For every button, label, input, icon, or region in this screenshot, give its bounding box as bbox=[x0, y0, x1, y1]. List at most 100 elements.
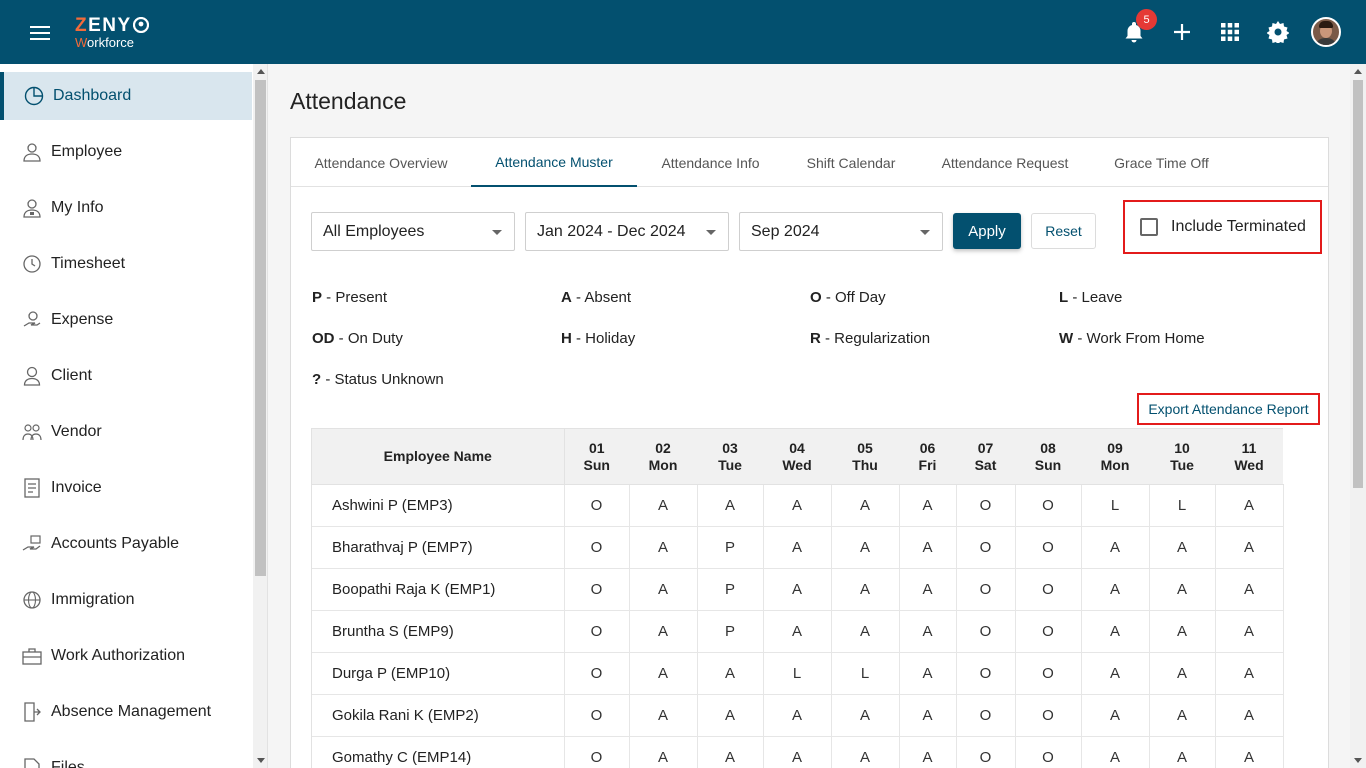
sidebar-item-work-authorization[interactable]: Work Authorization bbox=[0, 632, 252, 680]
include-terminated-checkbox[interactable]: Include Terminated bbox=[1123, 200, 1322, 254]
attendance-status-cell[interactable]: A bbox=[1215, 694, 1284, 737]
attendance-status-cell[interactable]: L bbox=[1149, 484, 1216, 527]
attendance-status-cell[interactable]: O bbox=[1015, 610, 1082, 653]
attendance-status-cell[interactable]: A bbox=[697, 652, 764, 695]
attendance-status-cell[interactable]: A bbox=[629, 652, 698, 695]
settings-gear-icon[interactable] bbox=[1264, 18, 1292, 46]
attendance-status-cell[interactable]: A bbox=[697, 694, 764, 737]
attendance-status-cell[interactable]: A bbox=[763, 694, 832, 737]
attendance-status-cell[interactable]: O bbox=[956, 526, 1016, 569]
sidebar-item-invoice[interactable]: Invoice bbox=[0, 464, 252, 512]
sidebar-item-timesheet[interactable]: Timesheet bbox=[0, 240, 252, 288]
attendance-status-cell[interactable]: A bbox=[831, 736, 900, 768]
attendance-status-cell[interactable]: O bbox=[956, 568, 1016, 611]
apps-grid-icon[interactable] bbox=[1216, 18, 1244, 46]
tab-shift-calendar[interactable]: Shift Calendar bbox=[784, 138, 918, 187]
attendance-status-cell[interactable]: O bbox=[956, 694, 1016, 737]
attendance-status-cell[interactable]: A bbox=[629, 526, 698, 569]
attendance-status-cell[interactable]: A bbox=[899, 610, 957, 653]
attendance-status-cell[interactable]: A bbox=[1215, 484, 1284, 527]
attendance-status-cell[interactable]: O bbox=[564, 526, 630, 569]
app-logo[interactable]: ZENY Workforce bbox=[75, 16, 149, 49]
attendance-status-cell[interactable]: A bbox=[1149, 736, 1216, 768]
sidebar-item-dashboard[interactable]: Dashboard bbox=[0, 72, 252, 120]
attendance-status-cell[interactable]: A bbox=[1081, 610, 1150, 653]
attendance-status-cell[interactable]: A bbox=[697, 484, 764, 527]
attendance-status-cell[interactable]: A bbox=[899, 652, 957, 695]
sidebar-item-vendor[interactable]: Vendor bbox=[0, 408, 252, 456]
add-icon[interactable] bbox=[1168, 18, 1196, 46]
attendance-status-cell[interactable]: O bbox=[564, 694, 630, 737]
attendance-status-cell[interactable]: A bbox=[763, 526, 832, 569]
checkbox-icon[interactable] bbox=[1140, 218, 1158, 236]
attendance-status-cell[interactable]: O bbox=[1015, 526, 1082, 569]
attendance-status-cell[interactable]: A bbox=[629, 736, 698, 768]
attendance-status-cell[interactable]: A bbox=[697, 736, 764, 768]
attendance-status-cell[interactable]: O bbox=[564, 568, 630, 611]
attendance-status-cell[interactable]: A bbox=[899, 694, 957, 737]
attendance-status-cell[interactable]: A bbox=[1149, 652, 1216, 695]
sidebar-scrollbar[interactable] bbox=[253, 64, 267, 768]
attendance-status-cell[interactable]: A bbox=[629, 484, 698, 527]
attendance-status-cell[interactable]: A bbox=[1149, 610, 1216, 653]
period-select[interactable]: Jan 2024 - Dec 2024 bbox=[525, 212, 729, 251]
attendance-status-cell[interactable]: P bbox=[697, 610, 764, 653]
attendance-status-cell[interactable]: A bbox=[1081, 694, 1150, 737]
attendance-status-cell[interactable]: O bbox=[956, 652, 1016, 695]
attendance-status-cell[interactable]: O bbox=[1015, 694, 1082, 737]
tab-attendance-muster[interactable]: Attendance Muster bbox=[471, 138, 637, 187]
sidebar-item-my-info[interactable]: My Info bbox=[0, 184, 252, 232]
attendance-status-cell[interactable]: A bbox=[1215, 568, 1284, 611]
tab-attendance-request[interactable]: Attendance Request bbox=[918, 138, 1092, 187]
attendance-status-cell[interactable]: A bbox=[629, 568, 698, 611]
attendance-status-cell[interactable]: A bbox=[1081, 652, 1150, 695]
attendance-status-cell[interactable]: A bbox=[1149, 526, 1216, 569]
tab-attendance-info[interactable]: Attendance Info bbox=[637, 138, 784, 187]
attendance-status-cell[interactable]: A bbox=[831, 568, 900, 611]
page-scrollbar[interactable] bbox=[1350, 64, 1366, 768]
attendance-status-cell[interactable]: A bbox=[1215, 736, 1284, 768]
attendance-status-cell[interactable]: A bbox=[1081, 526, 1150, 569]
attendance-status-cell[interactable]: A bbox=[763, 568, 832, 611]
attendance-status-cell[interactable]: O bbox=[564, 484, 630, 527]
attendance-status-cell[interactable]: A bbox=[899, 568, 957, 611]
attendance-status-cell[interactable]: A bbox=[899, 526, 957, 569]
attendance-status-cell[interactable]: O bbox=[1015, 736, 1082, 768]
attendance-status-cell[interactable]: O bbox=[1015, 568, 1082, 611]
attendance-status-cell[interactable]: A bbox=[831, 610, 900, 653]
attendance-status-cell[interactable]: O bbox=[956, 610, 1016, 653]
user-avatar[interactable] bbox=[1311, 17, 1341, 47]
attendance-status-cell[interactable]: A bbox=[763, 484, 832, 527]
attendance-status-cell[interactable]: L bbox=[831, 652, 900, 695]
export-attendance-report-link[interactable]: Export Attendance Report bbox=[1137, 393, 1320, 425]
attendance-table-container[interactable]: Employee Name 01 Sun 02 Mon 03 Tue 04 Wed 05 Thu 0… bbox=[311, 428, 1308, 768]
tab-attendance-overview[interactable]: Attendance Overview bbox=[291, 138, 471, 187]
attendance-status-cell[interactable]: A bbox=[899, 484, 957, 527]
attendance-status-cell[interactable]: O bbox=[1015, 484, 1082, 527]
sidebar-item-client[interactable]: Client bbox=[0, 352, 252, 400]
column-header-employee-name[interactable]: Employee Name bbox=[312, 428, 565, 485]
attendance-status-cell[interactable]: O bbox=[956, 484, 1016, 527]
month-select[interactable]: Sep 2024 bbox=[739, 212, 943, 251]
attendance-status-cell[interactable]: O bbox=[1015, 652, 1082, 695]
attendance-status-cell[interactable]: A bbox=[1215, 610, 1284, 653]
attendance-status-cell[interactable]: A bbox=[1149, 568, 1216, 611]
sidebar-item-accounts-payable[interactable]: Accounts Payable bbox=[0, 520, 252, 568]
sidebar-item-files[interactable]: Files bbox=[0, 744, 252, 768]
attendance-status-cell[interactable]: A bbox=[1081, 568, 1150, 611]
attendance-status-cell[interactable]: O bbox=[564, 652, 630, 695]
attendance-status-cell[interactable]: A bbox=[831, 694, 900, 737]
sidebar-item-expense[interactable]: Expense bbox=[0, 296, 252, 344]
attendance-status-cell[interactable]: A bbox=[1081, 736, 1150, 768]
attendance-status-cell[interactable]: A bbox=[831, 526, 900, 569]
attendance-status-cell[interactable]: A bbox=[629, 694, 698, 737]
attendance-status-cell[interactable]: L bbox=[763, 652, 832, 695]
attendance-status-cell[interactable]: A bbox=[763, 736, 832, 768]
reset-button[interactable]: Reset bbox=[1031, 213, 1096, 249]
sidebar-item-employee[interactable]: Employee bbox=[0, 128, 252, 176]
attendance-status-cell[interactable]: A bbox=[1215, 526, 1284, 569]
employee-filter-select[interactable]: All Employees bbox=[311, 212, 515, 251]
sidebar-item-immigration[interactable]: Immigration bbox=[0, 576, 252, 624]
sidebar-item-absence-management[interactable]: Absence Management bbox=[0, 688, 252, 736]
attendance-status-cell[interactable]: O bbox=[956, 736, 1016, 768]
